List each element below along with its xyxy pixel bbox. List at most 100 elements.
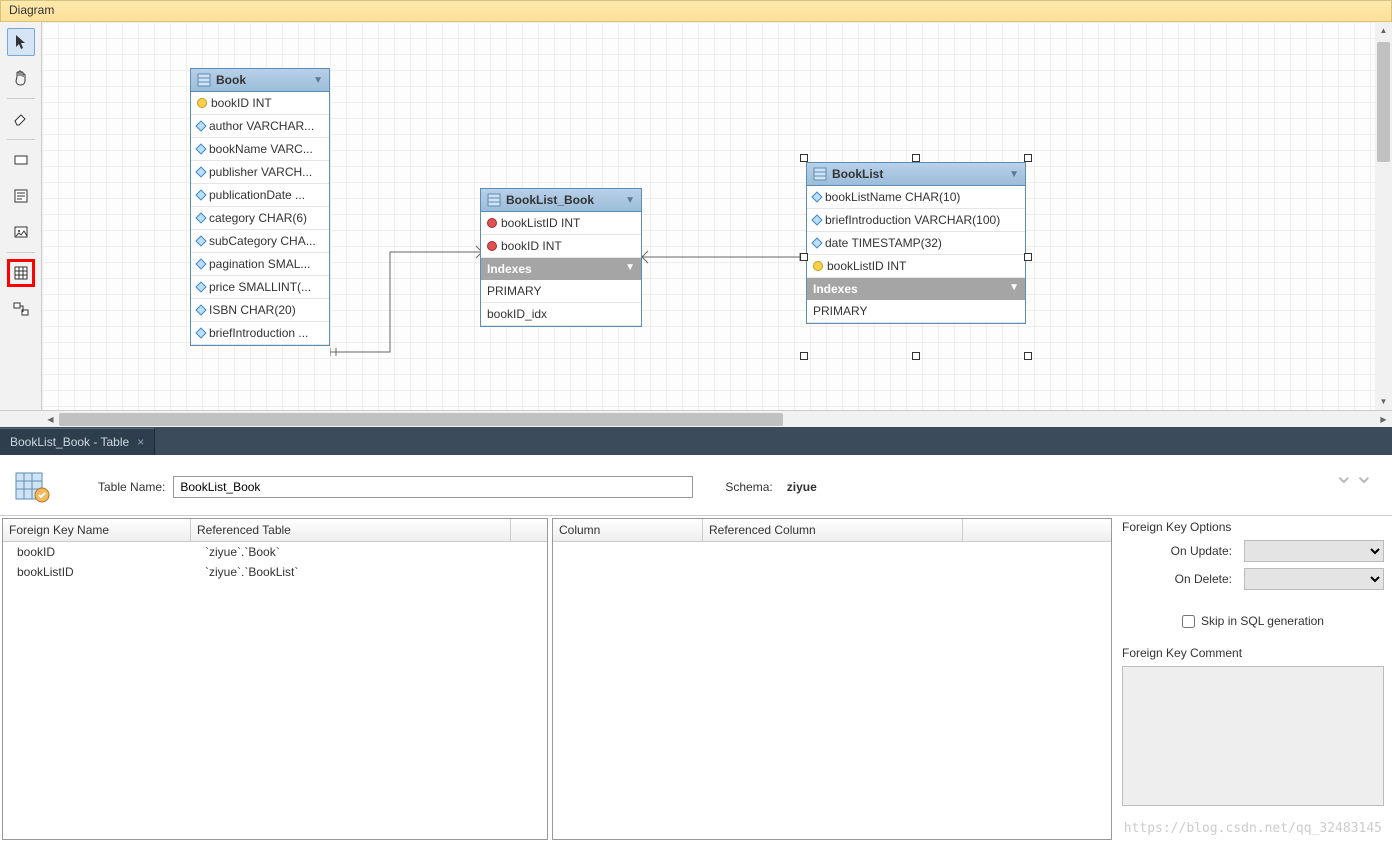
pointer-tool[interactable] xyxy=(7,28,35,56)
entity-column[interactable]: publicationDate ... xyxy=(191,184,329,207)
column-label: publicationDate ... xyxy=(209,188,305,202)
collapse-icon[interactable]: ▼ xyxy=(313,75,323,86)
entity-header[interactable]: BookList ▼ xyxy=(807,163,1025,186)
scroll-left-icon[interactable]: ◀ xyxy=(42,415,59,424)
collapse-icon[interactable]: ▼ xyxy=(1009,169,1019,180)
scroll-thumb[interactable] xyxy=(1377,42,1390,162)
col-header-fk-name[interactable]: Foreign Key Name xyxy=(3,519,191,541)
entity-column[interactable]: briefIntroduction ... xyxy=(191,322,329,345)
schema-label: Schema: xyxy=(725,480,772,494)
entity-book[interactable]: Book ▼ bookID INT author VARCHAR... bookNa… xyxy=(190,68,330,346)
scroll-up-icon[interactable]: ▲ xyxy=(1375,22,1392,39)
expand-icon[interactable]: ⌄⌄ xyxy=(1334,461,1374,490)
on-delete-select[interactable] xyxy=(1244,568,1384,590)
entity-column[interactable]: publisher VARCH... xyxy=(191,161,329,184)
layer-tool[interactable] xyxy=(7,146,35,174)
resize-handle[interactable] xyxy=(1024,154,1032,162)
on-update-label: On Update: xyxy=(1171,544,1232,558)
entity-column[interactable]: author VARCHAR... xyxy=(191,115,329,138)
entity-booklist-book[interactable]: BookList_Book ▼ bookListID INT bookID INT… xyxy=(480,188,642,327)
diagram-canvas[interactable]: Book ▼ bookID INT author VARCHAR... bookNa… xyxy=(42,22,1392,410)
fk-name: bookID xyxy=(3,542,191,562)
entity-header[interactable]: BookList_Book ▼ xyxy=(481,189,641,212)
collapse-icon[interactable]: ▼ xyxy=(625,262,635,273)
entity-index[interactable]: PRIMARY xyxy=(807,300,1025,323)
indexes-header[interactable]: Indexes ▼ xyxy=(807,278,1025,300)
relation-tool[interactable] xyxy=(7,295,35,323)
eraser-tool[interactable] xyxy=(7,105,35,133)
grid-header: Column Referenced Column xyxy=(553,519,1111,542)
fk-row[interactable]: bookListID`ziyue`.`BookList` xyxy=(3,562,547,582)
entity-column[interactable]: subCategory CHA... xyxy=(191,230,329,253)
collapse-icon[interactable]: ▼ xyxy=(625,195,635,206)
column-label: bookID INT xyxy=(501,239,562,253)
entity-column[interactable]: date TIMESTAMP(32) xyxy=(807,232,1025,255)
entity-column[interactable]: ISBN CHAR(20) xyxy=(191,299,329,322)
column-grid[interactable]: Column Referenced Column xyxy=(552,518,1112,840)
entity-index[interactable]: bookID_idx xyxy=(481,303,641,326)
column-icon xyxy=(195,166,206,177)
skip-sql-label: Skip in SQL generation xyxy=(1201,614,1324,628)
close-icon[interactable]: × xyxy=(137,435,144,449)
entity-title: Book xyxy=(216,73,246,87)
canvas-wrapper: Book ▼ bookID INT author VARCHAR... bookNa… xyxy=(42,22,1392,410)
scroll-track[interactable] xyxy=(59,413,1375,426)
image-tool[interactable] xyxy=(7,218,35,246)
entity-column[interactable]: bookID INT xyxy=(481,235,641,258)
scroll-down-icon[interactable]: ▼ xyxy=(1375,393,1392,410)
tab-booklist-book[interactable]: BookList_Book - Table × xyxy=(0,428,155,455)
new-table-tool[interactable] xyxy=(7,259,35,287)
entity-column[interactable]: bookListID INT xyxy=(481,212,641,235)
entity-booklist[interactable]: BookList ▼ bookListName CHAR(10)briefInt… xyxy=(806,162,1026,324)
fk-row[interactable]: bookID`ziyue`.`Book` xyxy=(3,542,547,562)
entity-column[interactable]: bookListName CHAR(10) xyxy=(807,186,1025,209)
column-icon xyxy=(195,189,206,200)
column-label: publisher VARCH... xyxy=(209,165,312,179)
column-label: bookName VARC... xyxy=(209,142,313,156)
collapse-icon[interactable]: ▼ xyxy=(1009,282,1019,293)
entity-title: BookList_Book xyxy=(506,193,594,207)
fk-comment-textarea[interactable] xyxy=(1122,666,1384,806)
resize-handle[interactable] xyxy=(912,154,920,162)
hand-tool[interactable] xyxy=(7,64,35,92)
entity-column[interactable]: category CHAR(6) xyxy=(191,207,329,230)
col-header-ref-column[interactable]: Referenced Column xyxy=(703,519,963,541)
entity-column[interactable]: bookID INT xyxy=(191,92,329,115)
on-update-row: On Update: xyxy=(1122,540,1384,562)
column-label: date TIMESTAMP(32) xyxy=(825,236,942,250)
fk-comment-section: Foreign Key Comment xyxy=(1122,646,1384,809)
fk-name: bookListID xyxy=(3,562,191,582)
fk-grid[interactable]: Foreign Key Name Referenced Table bookID… xyxy=(2,518,548,840)
vertical-scrollbar[interactable]: ▲ ▼ xyxy=(1375,22,1392,410)
col-header-column[interactable]: Column xyxy=(553,519,703,541)
col-header-ref-table[interactable]: Referenced Table xyxy=(191,519,511,541)
resize-handle[interactable] xyxy=(912,352,920,360)
column-label: bookID INT xyxy=(211,96,272,110)
schema-value: ziyue xyxy=(787,480,817,494)
scroll-right-icon[interactable]: ▶ xyxy=(1375,415,1392,424)
table-name-input[interactable] xyxy=(173,476,693,498)
entity-column[interactable]: pagination SMAL... xyxy=(191,253,329,276)
entity-column[interactable]: bookName VARC... xyxy=(191,138,329,161)
entity-column[interactable]: price SMALLINT(... xyxy=(191,276,329,299)
entity-column[interactable]: bookListID INT xyxy=(807,255,1025,278)
column-label: category CHAR(6) xyxy=(209,211,307,225)
fk-ref: `ziyue`.`Book` xyxy=(191,542,511,562)
fk-options: Foreign Key Options On Update: On Delete… xyxy=(1114,516,1392,842)
skip-sql-checkbox[interactable] xyxy=(1182,615,1195,628)
entity-header[interactable]: Book ▼ xyxy=(191,69,329,92)
horizontal-scrollbar[interactable]: ◀ ▶ xyxy=(0,410,1392,427)
entity-index[interactable]: PRIMARY xyxy=(481,280,641,303)
column-icon xyxy=(811,237,822,248)
resize-handle[interactable] xyxy=(800,154,808,162)
resize-handle[interactable] xyxy=(800,352,808,360)
indexes-label: Indexes xyxy=(487,262,532,276)
note-tool[interactable] xyxy=(7,182,35,210)
entity-column[interactable]: briefIntroduction VARCHAR(100) xyxy=(807,209,1025,232)
column-label: bookListID INT xyxy=(501,216,580,230)
resize-handle[interactable] xyxy=(1024,352,1032,360)
on-update-select[interactable] xyxy=(1244,540,1384,562)
column-label: ISBN CHAR(20) xyxy=(209,303,296,317)
scroll-thumb[interactable] xyxy=(59,413,783,426)
indexes-header[interactable]: Indexes ▼ xyxy=(481,258,641,280)
